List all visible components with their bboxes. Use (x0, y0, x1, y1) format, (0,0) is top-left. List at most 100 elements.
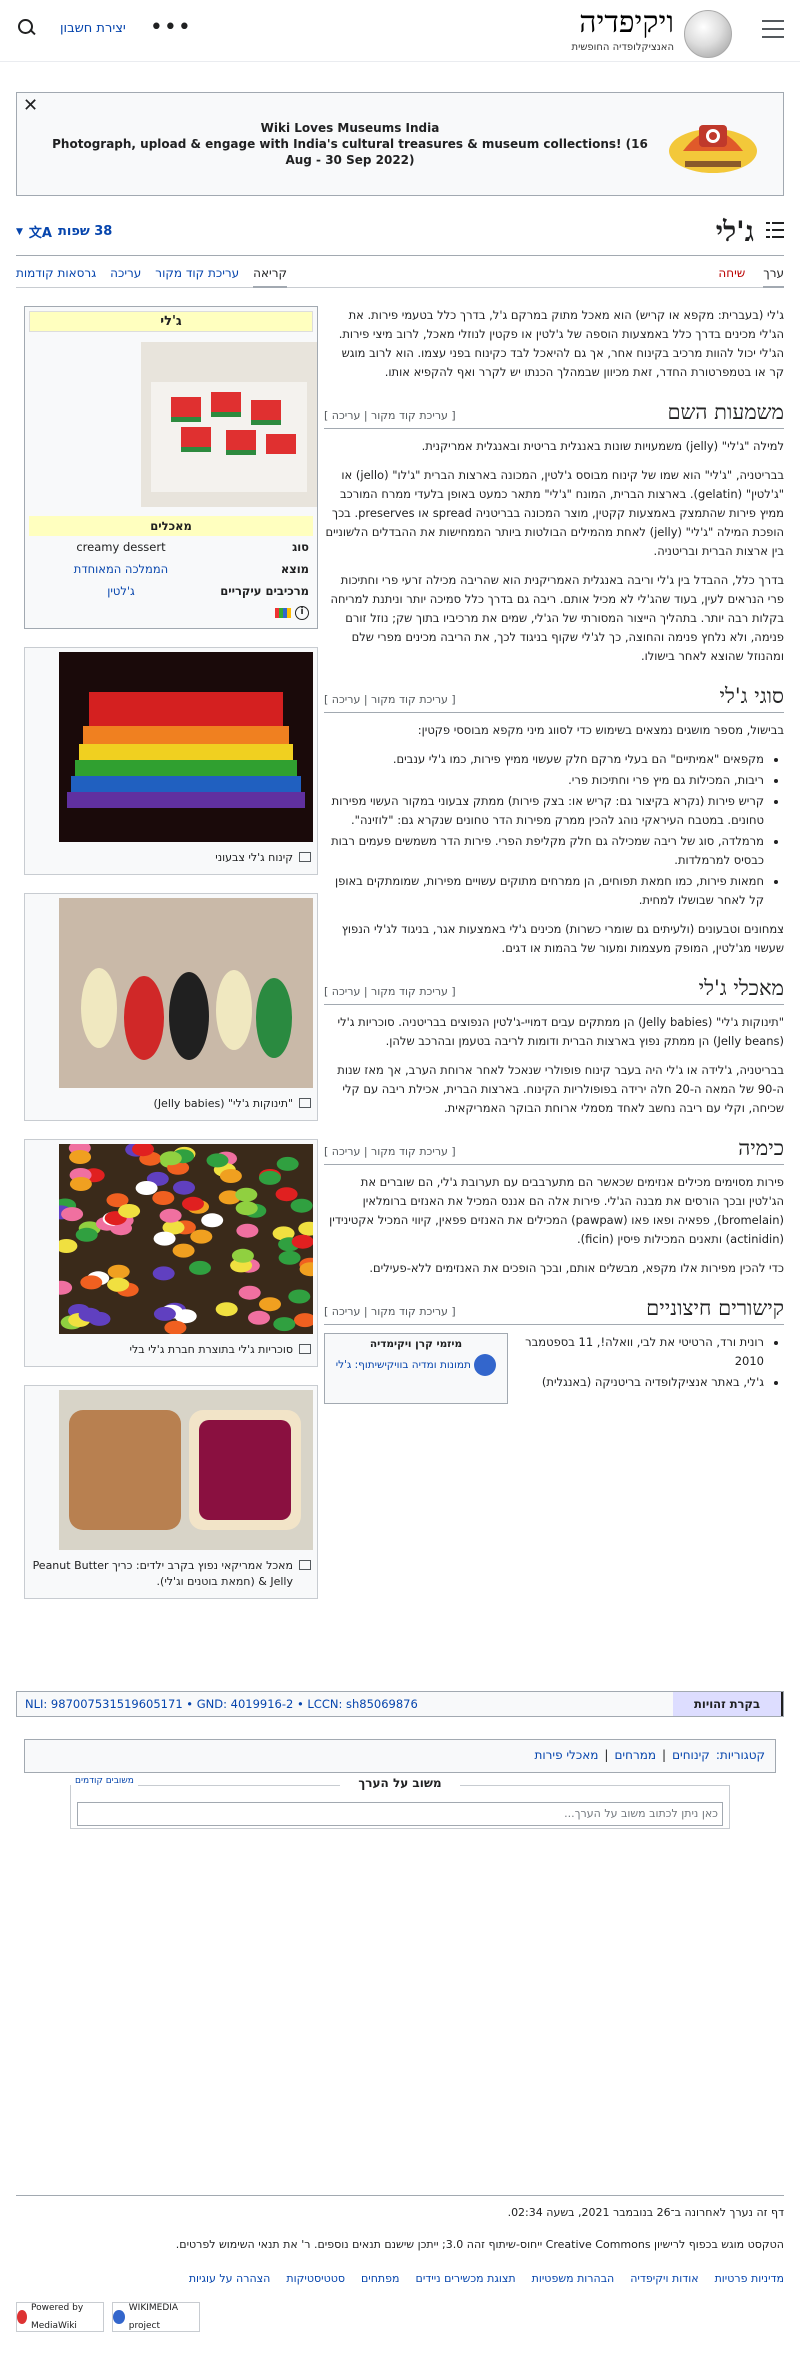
more-icon[interactable]: ••• (150, 17, 192, 39)
chevron-down-icon: ▼ (16, 226, 23, 237)
jelly-bean-shape (201, 1213, 224, 1228)
jelly-bean-shape (278, 1250, 301, 1265)
tab-edit[interactable]: עריכה (110, 266, 141, 288)
footer-link[interactable]: מפתחים (361, 2270, 400, 2288)
jelly-bean-shape (135, 1181, 158, 1195)
footer-link[interactable]: הבהרות משפטיות (532, 2270, 615, 2288)
article-content: ג'לי (בעברית: מקפא או קריש) הוא מאכל מתו… (0, 306, 800, 1706)
tab-read[interactable]: קריאה (253, 266, 288, 288)
tab-article[interactable]: ערך (763, 266, 784, 288)
wiki-loves-museums-logo (669, 125, 757, 173)
search-icon[interactable] (16, 18, 36, 38)
infobox-row: מוצא הממלכה המאוחדת (25, 558, 317, 580)
hamburger-menu-icon[interactable] (762, 20, 784, 38)
expand-icon[interactable] (299, 1560, 311, 1570)
infobox-image[interactable] (141, 342, 317, 507)
wikipedia-globe-logo[interactable] (684, 10, 732, 58)
feedback-box: משוב על הערך משובים קודמים כאן ניתן לכתו… (70, 1776, 730, 1829)
footer-link[interactable]: הצהרה על עוגיות (189, 2270, 271, 2288)
section-heading: קישורים חיצוניים [ עריכת קוד מקור | עריכה… (324, 1296, 784, 1325)
create-account-link[interactable]: יצירת חשבון (60, 21, 126, 36)
jelly-bean-shape (259, 1297, 281, 1312)
footer-link[interactable]: סטטיסטיקות (286, 2270, 345, 2288)
thumbnail-image[interactable] (59, 898, 313, 1088)
thumbnail-image[interactable] (49, 1141, 322, 1335)
wordmark[interactable]: ויקיפדיה האנציקלופדיה החופשית (571, 5, 674, 54)
jelly-bean-shape (118, 1204, 141, 1218)
categories-label[interactable]: קטגוריות: (716, 1748, 765, 1764)
expand-icon[interactable] (299, 1344, 311, 1354)
list-item[interactable]: ג'לי, באתר אנציקלופדיה בריטניקה (באנגלית… (518, 1373, 764, 1392)
wikimedia-project-badge[interactable]: WIKIMEDIA project (112, 2302, 200, 2332)
footer-link[interactable]: אודות ויקיפדיה (630, 2270, 698, 2288)
category-link[interactable]: ממרחים (614, 1748, 656, 1764)
infobox-row: סוג creamy dessert (25, 536, 317, 558)
thumbnail-caption: סוכריות ג'לי בתוצרת חברת ג'לי בלי (129, 1343, 293, 1356)
paragraph: צמחונים וטבעונים (ולעיתים גם שומרי כשרות… (341, 922, 784, 955)
close-icon[interactable]: ✕ (23, 95, 38, 116)
categories-box: קטגוריות: קינוחים | ממרחים | מאכלי פירות (24, 1739, 776, 1773)
jelly-bean-shape (152, 1266, 175, 1281)
section-edit-links[interactable]: [ עריכת קוד מקור | עריכה ] (324, 1145, 456, 1158)
expand-icon[interactable] (299, 1098, 311, 1108)
jelly-bean-shape (291, 1234, 314, 1249)
paragraph: פירות מסוימים מכילים אנזימים שכאשר הם מת… (329, 1175, 784, 1246)
infobox-value[interactable]: ג'לטין (33, 582, 209, 600)
infobox-value: creamy dessert (76, 540, 166, 554)
table-of-contents-icon[interactable] (766, 222, 784, 238)
tab-history[interactable]: גרסאות קודמות (16, 266, 96, 288)
tab-edit-source[interactable]: עריכת קוד מקור (155, 266, 239, 288)
jelly-bean-shape (69, 1177, 92, 1191)
jelly-bean-shape (275, 1187, 298, 1202)
last-modified: דף זה נערך לאחרונה ב־26 בנובמבר 2021, בש… (507, 2206, 784, 2219)
jelly-bean-shape (107, 1277, 130, 1292)
authority-values[interactable]: NLI: 987007531519605171 • GND: 4019916-2… (25, 1697, 418, 1711)
thumbnail-caption: קינוח ג'לי צבעוני (215, 851, 293, 864)
section-heading: סוגי ג'לי [ עריכת קוד מקור | עריכה ] (324, 684, 784, 713)
infobox-value[interactable]: הממלכה המאוחדת (33, 560, 209, 578)
info-icon[interactable]: i (295, 606, 309, 620)
commons-link[interactable]: תמונות ומדיה בוויקישיתוף: ג'לי (336, 1359, 471, 1371)
section-heading: מאכלי ג'לי [ עריכת קוד מקור | עריכה ] (324, 976, 784, 1005)
authority-label[interactable]: בקרת זהויות (673, 1692, 783, 1716)
section-edit-links[interactable]: [ עריכת קוד מקור | עריכה ] (324, 985, 456, 998)
expand-icon[interactable] (299, 852, 311, 862)
commons-icon (474, 1354, 497, 1376)
thumbnail-image[interactable] (59, 652, 313, 842)
list-item[interactable]: רונית ורד, הרטיטי את לבי, וואלה!, 11 בספ… (518, 1333, 764, 1371)
external-links-list: רונית ורד, הרטיטי את לבי, וואלה!, 11 בספ… (518, 1333, 764, 1394)
thumbnail-caption: מאכל אמריקאי נפוץ בקרב ילדים: כריך Peanu… (32, 1559, 293, 1588)
section-title: סוגי ג'לי (719, 684, 784, 708)
thumbnail-image[interactable] (59, 1390, 313, 1550)
section-edit-links[interactable]: [ עריכת קוד מקור | עריכה ] (324, 1305, 456, 1318)
jelly-bean-shape (215, 1302, 238, 1317)
banner-text: Photograph, upload & engage with India's… (52, 137, 648, 167)
jelly-bean-shape (235, 1187, 258, 1202)
paragraph: "תינוקות ג'לי" (Jelly babies) הן ממתקים … (337, 1015, 785, 1048)
sidebar-media: ג'לי מאכלים סוג creamy dessert מוצא הממלכה… (24, 306, 322, 1599)
category-link[interactable]: מאכלי פירות (534, 1748, 598, 1764)
section-edit-links[interactable]: [ עריכת קוד מקור | עריכה ] (324, 409, 456, 422)
jelly-bean-shape (236, 1223, 259, 1238)
infobox-row: מרכיבים עיקריים ג'לטין (25, 580, 317, 602)
section-edit-links[interactable]: [ עריכת קוד מקור | עריכה ] (324, 693, 456, 706)
footer-link[interactable]: תצוגת מכשירים ניידים (416, 2270, 516, 2288)
page-heading: ג'לי 38 שפות 文A ▼ (16, 208, 784, 256)
thumbnail: "תינוקות ג'לי" (Jelly babies) (24, 893, 318, 1121)
language-button[interactable]: 38 שפות 文A ▼ (16, 222, 112, 241)
mediawiki-icon (17, 2310, 27, 2324)
wordmark-tagline: האנציקלופדיה החופשית (571, 42, 674, 53)
previous-feedback-link[interactable]: משובים קודמים (71, 1776, 138, 1786)
paragraph: בבישול, מספר מושגים נמצאים בשימוש כדי לס… (417, 723, 784, 737)
powered-by-mediawiki-badge[interactable]: Powered by MediaWiki (16, 2302, 104, 2332)
wordmark-title: ויקיפדיה (579, 5, 674, 40)
footer-link[interactable]: מדיניות פרטיות (715, 2270, 784, 2288)
feedback-textarea[interactable]: כאן ניתן לכתוב משוב על הערך... (77, 1802, 723, 1826)
category-link[interactable]: קינוחים (672, 1748, 710, 1764)
infobox-title: ג'לי (29, 311, 313, 332)
jelly-bean-shape (159, 1151, 182, 1166)
wikidata-icon[interactable] (275, 608, 291, 618)
tab-talk[interactable]: שיחה (718, 266, 745, 288)
page-tabs: ערך שיחה קריאה עריכת קוד מקור עריכה גרסא… (16, 256, 784, 288)
feedback-title: משוב על הערך (340, 1776, 460, 1790)
